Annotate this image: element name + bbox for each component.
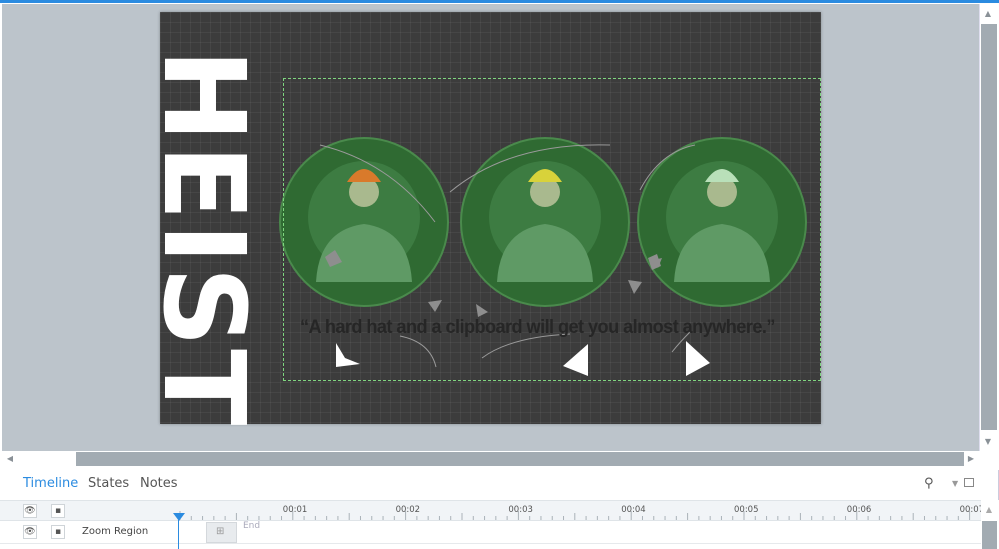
playhead-handle[interactable]	[173, 513, 185, 521]
heist-logo[interactable]: HEIST	[138, 38, 268, 438]
scroll-up-icon[interactable]: ▲	[980, 6, 996, 22]
vertical-scroll-thumb[interactable]	[981, 24, 997, 430]
lock-icon[interactable]: ▪	[51, 504, 65, 518]
panel-tabs: Timeline States Notes ⚲ ▼	[0, 470, 999, 500]
scroll-left-icon[interactable]: ◀	[2, 451, 18, 467]
vertical-scrollbar[interactable]: ▲ ▼	[979, 4, 997, 451]
playhead[interactable]	[178, 514, 179, 549]
timeline-header: 👁 ▪ 00:01 00:02 00:03 00:04 00:05 00:06 00:07	[0, 500, 984, 521]
lock-icon[interactable]: ▪	[51, 525, 65, 539]
tick-label: 00:01	[282, 505, 308, 515]
restore-window-icon[interactable]	[964, 478, 974, 487]
tick-label: 00:06	[846, 505, 872, 515]
scroll-right-icon[interactable]: ▶	[963, 451, 979, 467]
tick-label: 00:04	[621, 505, 646, 515]
zoom-region-clip[interactable]: ⊞	[206, 522, 237, 543]
tab-notes[interactable]: Notes	[140, 476, 178, 491]
tick-label: 00:03	[508, 505, 533, 515]
row-name: Zoom Region	[82, 526, 149, 537]
timeline-scroll-thumb[interactable]	[982, 521, 997, 549]
tick-label: 00:05	[734, 505, 759, 515]
zoom-region-icon: ⊞	[216, 526, 225, 537]
horizontal-scroll-thumb[interactable]	[76, 452, 964, 466]
timeline-scrollbar[interactable]: ▲	[981, 500, 998, 549]
timeline-row[interactable]: 👁 ▪ Zoom Region	[0, 521, 982, 544]
scroll-down-icon[interactable]: ▼	[980, 434, 996, 450]
tab-states[interactable]: States	[88, 476, 129, 491]
tab-timeline[interactable]: Timeline	[23, 476, 78, 491]
eye-icon[interactable]: 👁	[23, 525, 37, 539]
tick-label: 00:02	[395, 505, 421, 515]
end-label: End	[243, 521, 261, 531]
horizontal-scrollbar[interactable]: ◀ ▶	[2, 451, 979, 467]
eye-icon[interactable]: 👁	[23, 504, 37, 518]
dropdown-arrow-icon[interactable]: ▼	[952, 479, 958, 488]
scroll-up-icon[interactable]: ▲	[981, 502, 997, 518]
timeline-options-icon[interactable]: ⚲	[924, 476, 934, 491]
quote-text[interactable]: “A hard hat and a clipboard will get you…	[300, 316, 775, 339]
top-accent-line	[0, 0, 999, 3]
